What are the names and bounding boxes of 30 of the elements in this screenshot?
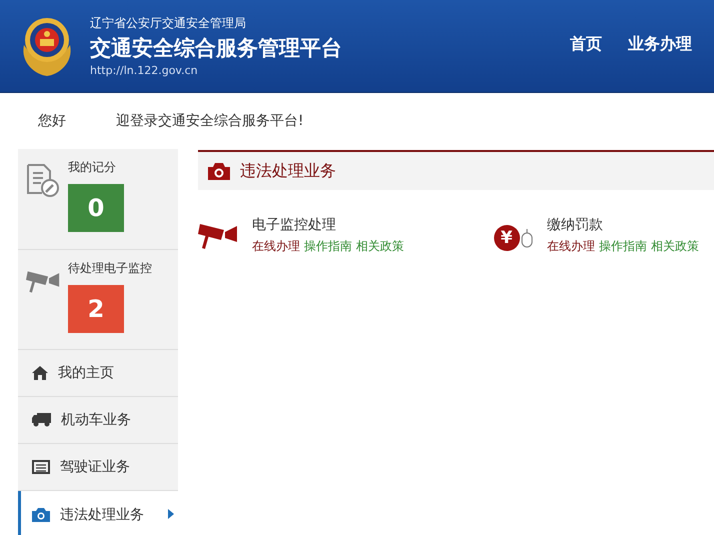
nav-link[interactable]: 首页 (570, 34, 602, 54)
site-url: http://ln.122.gov.cn (90, 64, 199, 77)
sidebar-item[interactable]: 我的主页 (18, 350, 178, 397)
document-edit-icon (26, 163, 60, 197)
service-link[interactable]: 在线办理 (252, 238, 300, 255)
camera-icon (32, 507, 50, 522)
agency-name: 辽宁省公安厅交通安全管理局 (90, 15, 247, 32)
greeting-text: 您好 (38, 112, 66, 130)
home-icon (32, 366, 48, 380)
service-link[interactable]: 操作指南 (599, 238, 647, 255)
service-title: 缴纳罚款 (547, 216, 604, 234)
stat-label: 我的记分 (68, 159, 117, 176)
sidebar-item[interactable]: 违法处理业务 (18, 491, 178, 535)
stat-label: 待处理电子监控 (68, 260, 152, 277)
welcome-text: 迎登录交通安全综合服务平台! (116, 112, 304, 130)
nav-link[interactable]: 业务办理 (628, 34, 692, 54)
service-link[interactable]: 相关政策 (651, 238, 699, 255)
sidebar-item[interactable]: 机动车业务 (18, 397, 178, 444)
service-link[interactable]: 在线办理 (547, 238, 595, 255)
id-card-icon (32, 460, 50, 474)
caret-icon (168, 508, 174, 518)
stat-count[interactable]: 0 (68, 184, 124, 232)
service-link[interactable]: 相关政策 (356, 238, 404, 255)
service-link[interactable]: 操作指南 (304, 238, 352, 255)
camera-icon (208, 162, 230, 180)
truck-icon (32, 413, 51, 427)
site-title: 交通安全综合服务管理平台 (90, 35, 343, 62)
service-title: 电子监控处理 (252, 216, 337, 234)
section-title: 违法处理业务 (240, 160, 336, 182)
stat-count[interactable]: 2 (68, 285, 124, 333)
